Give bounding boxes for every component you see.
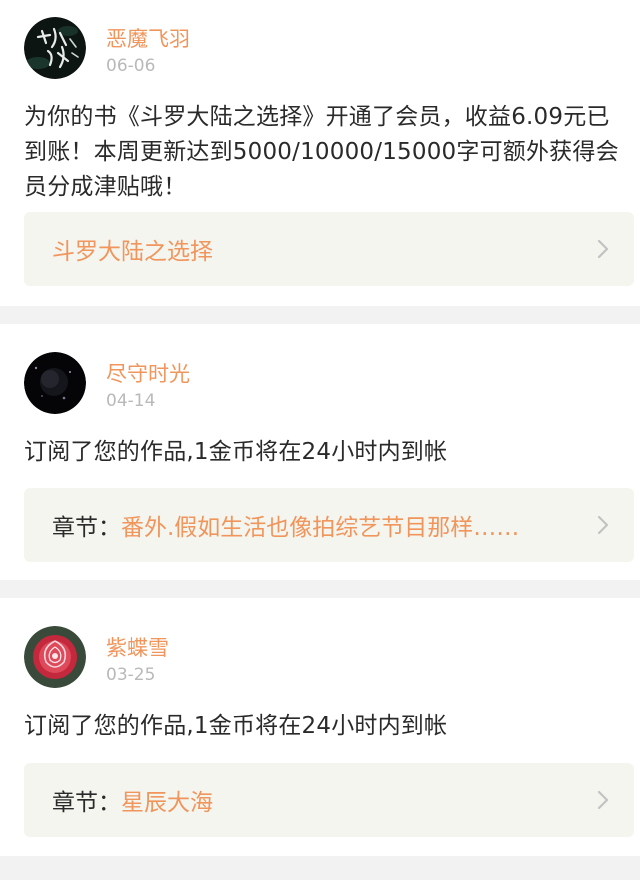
username[interactable]: 尽守时光 bbox=[106, 361, 190, 387]
rose-avatar-icon bbox=[24, 626, 86, 688]
message-card: 紫蝶雪 03-25 订阅了您的作品,1金币将在24小时内到帐 章节：星辰大海 bbox=[0, 598, 640, 856]
calligraphy-avatar-icon bbox=[24, 17, 86, 79]
message-text: 订阅了您的作品,1金币将在24小时内到帐 bbox=[24, 713, 448, 739]
message-text: 订阅了您的作品,1金币将在24小时内到帐 bbox=[24, 439, 448, 465]
message-card: 尽守时光 04-14 订阅了您的作品,1金币将在24小时内到帐 章节：番外.假如… bbox=[0, 324, 640, 580]
username[interactable]: 恶魔飞羽 bbox=[106, 26, 190, 52]
dark-moon-avatar-icon bbox=[24, 352, 86, 414]
book-link[interactable]: 斗罗大陆之选择 bbox=[24, 212, 634, 286]
link-prefix: 章节： bbox=[52, 515, 121, 541]
chevron-right-icon bbox=[597, 515, 609, 535]
username[interactable]: 紫蝶雪 bbox=[106, 635, 169, 661]
chapter-title: 番外.假如生活也像拍综艺节目那样…… bbox=[121, 515, 520, 541]
chevron-right-icon bbox=[597, 790, 609, 810]
timestamp: 03-25 bbox=[106, 665, 156, 685]
avatar[interactable] bbox=[24, 626, 86, 688]
chapter-title: 星辰大海 bbox=[121, 790, 213, 816]
book-title: 斗罗大陆之选择 bbox=[52, 239, 213, 265]
message-text: 为你的书《斗罗大陆之选择》开通了会员，收益6.09元已到账！本周更新达到5000… bbox=[24, 104, 619, 200]
chevron-right-icon bbox=[597, 239, 609, 259]
timestamp: 06-06 bbox=[106, 56, 156, 76]
timestamp: 04-14 bbox=[106, 391, 156, 411]
avatar[interactable] bbox=[24, 352, 86, 414]
chapter-link[interactable]: 章节：星辰大海 bbox=[24, 763, 634, 837]
chapter-link[interactable]: 章节：番外.假如生活也像拍综艺节目那样…… bbox=[24, 488, 634, 562]
message-card: 恶魔飞羽 06-06 为你的书《斗罗大陆之选择》开通了会员，收益6.09元已到账… bbox=[0, 0, 640, 306]
link-prefix: 章节： bbox=[52, 790, 121, 816]
avatar[interactable] bbox=[24, 17, 86, 79]
